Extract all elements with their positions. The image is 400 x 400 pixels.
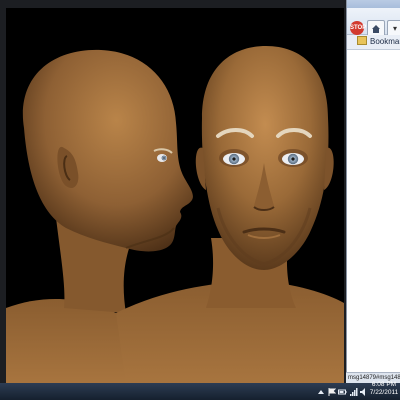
- clock-time: 6:08 PM: [371, 381, 397, 388]
- volume-icon[interactable]: [359, 387, 368, 396]
- clock-date: 7/22/2011: [369, 389, 399, 396]
- browser-page-content: [347, 50, 400, 372]
- taskbar: [0, 383, 400, 400]
- home-icon: [372, 25, 380, 33]
- arrow-up-icon[interactable]: [316, 387, 325, 396]
- browser-navbar: STOP ▾: [347, 8, 400, 38]
- bookmarks-folder-icon: [357, 36, 367, 45]
- head-render-illustration: [6, 46, 344, 385]
- bookmarks-label: Bookmar: [370, 37, 400, 46]
- browser-titlebar: [347, 0, 400, 8]
- taskbar-clock[interactable]: 6:08 PM 7/22/2011: [368, 381, 400, 400]
- battery-icon[interactable]: [338, 387, 347, 396]
- stop-icon[interactable]: STOP: [350, 21, 366, 35]
- model-viewer-window: [0, 0, 348, 385]
- browser-window: STOP ▾ Bookmar: [346, 0, 400, 372]
- network-icon[interactable]: [349, 387, 358, 396]
- render-canvas: [6, 8, 344, 385]
- bookmarks-bar[interactable]: Bookmar: [347, 35, 400, 50]
- flag-icon[interactable]: [327, 387, 336, 396]
